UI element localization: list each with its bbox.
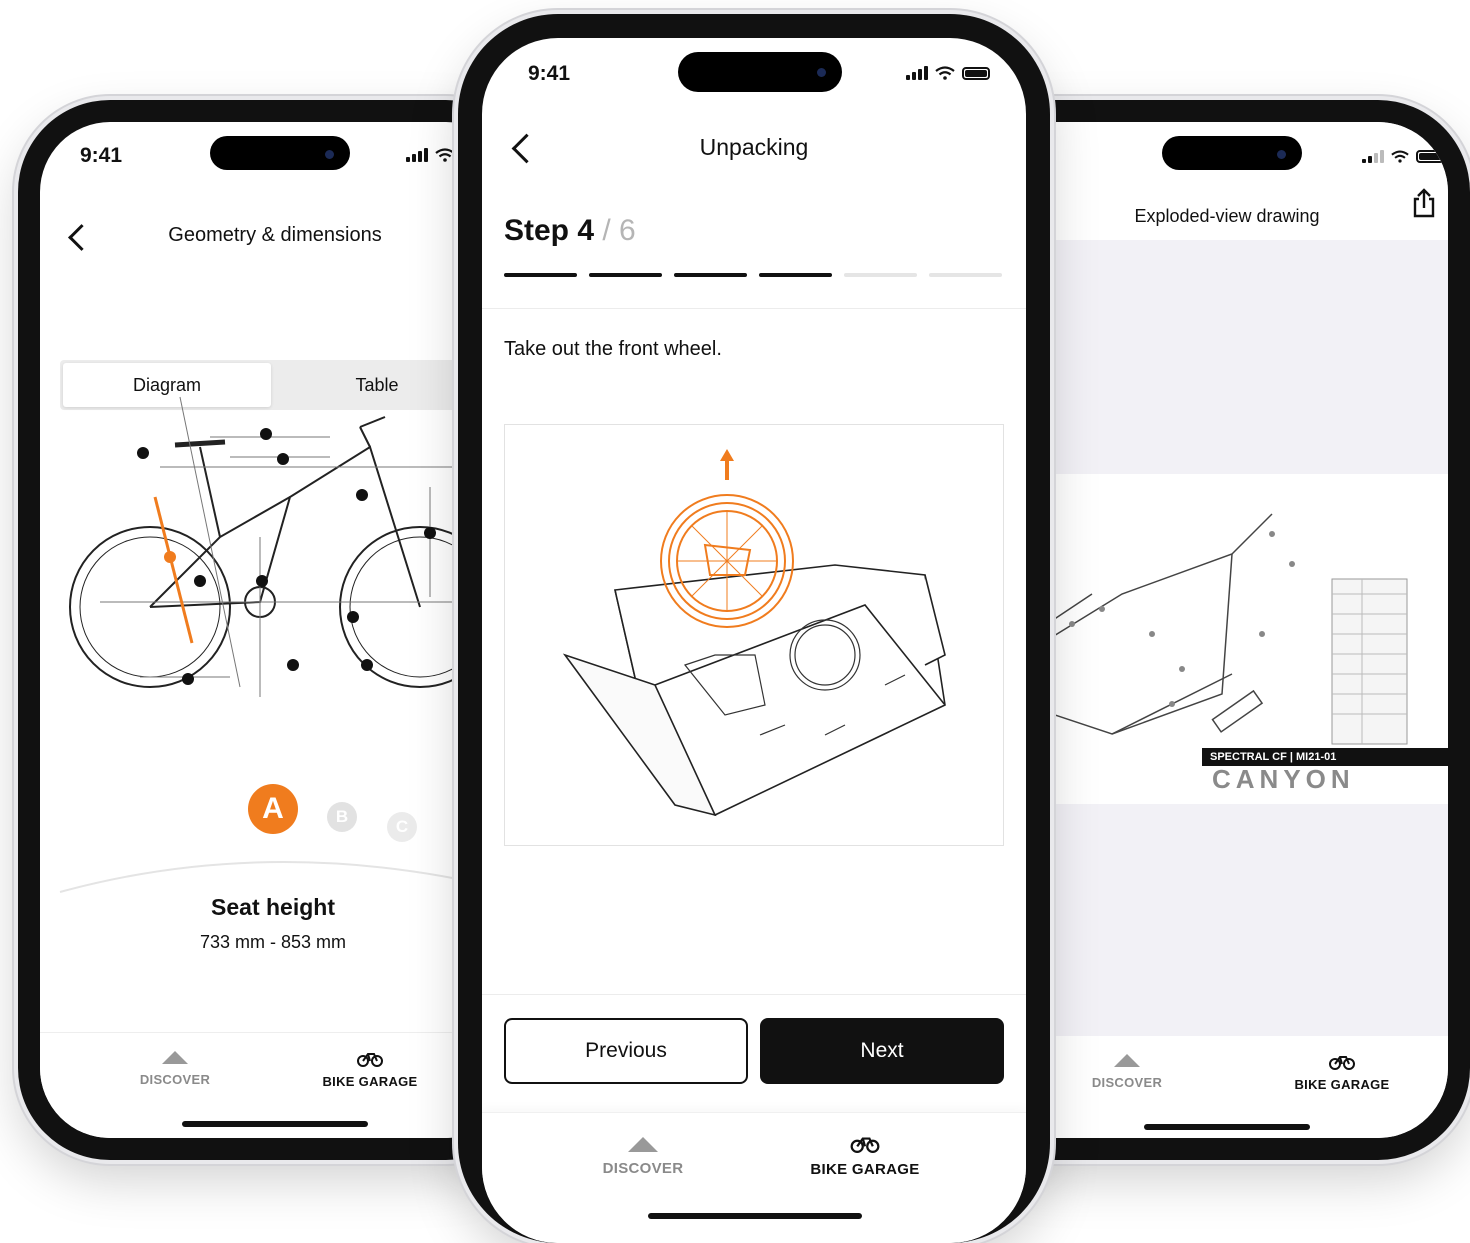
dynamic-island (1162, 136, 1302, 170)
instruction-illustration (504, 424, 1004, 846)
progress-segment (504, 273, 577, 277)
bike-icon (1329, 1056, 1355, 1070)
page-title: Geometry & dimensions (168, 224, 382, 246)
tab-garage-label: BIKE GARAGE (322, 1074, 418, 1089)
signal-icon (406, 148, 428, 162)
progress-segment (674, 273, 747, 277)
left-screen: 9:41 Geometry & dimensions Diagram Table (40, 122, 516, 1138)
tab-discover-label: DISCOVER (1091, 1075, 1163, 1090)
bike-icon (357, 1053, 383, 1067)
brand-logo: CANYON (1212, 764, 1355, 794)
wifi-icon (435, 148, 455, 162)
back-chevron-icon[interactable] (68, 224, 95, 251)
status-icons (906, 66, 990, 80)
selector-b[interactable]: B (327, 802, 357, 832)
mountain-icon (628, 1137, 658, 1152)
tab-bike-garage[interactable]: BIKE GARAGE (1282, 1052, 1402, 1092)
tab-discover[interactable]: DISCOVER (120, 1051, 230, 1087)
mountain-icon (162, 1051, 188, 1064)
dynamic-island (678, 52, 842, 92)
tab-bar: DISCOVER BIKE GARAGE (482, 1112, 1026, 1243)
center-phone: 9:41 Unpacking Step 4 / 6 Take out the f… (458, 14, 1050, 1243)
wifi-icon (935, 66, 955, 80)
tab-discover-label: DISCOVER (602, 1160, 684, 1177)
status-time: 9:41 (80, 144, 123, 167)
signal-icon (1362, 150, 1384, 163)
unpacking-illustration (562, 449, 946, 817)
signal-icon (906, 66, 928, 80)
page-title: Unpacking (699, 134, 809, 160)
tab-bar: DISCOVER BIKE GARAGE (40, 1032, 516, 1138)
page-title: Exploded-view drawing (1134, 206, 1320, 226)
battery-icon (1416, 150, 1444, 163)
home-indicator (1144, 1124, 1310, 1130)
tab-garage-label: BIKE GARAGE (810, 1161, 920, 1178)
step-progress (504, 273, 1002, 277)
bike-icon (850, 1137, 880, 1153)
dynamic-island (210, 136, 350, 170)
status-time: 9:41 (528, 62, 571, 85)
selector-c[interactable]: C (387, 812, 417, 842)
geometry-diagram (69, 396, 501, 697)
mountain-icon (1114, 1054, 1140, 1067)
tab-bike-garage[interactable]: BIKE GARAGE (798, 1133, 932, 1178)
measure-value: 733 mm - 853 mm (199, 932, 347, 952)
tab-discover[interactable]: DISCOVER (588, 1137, 698, 1177)
progress-segment (929, 273, 1002, 277)
measure-name: Seat height (211, 894, 335, 920)
progress-segment (844, 273, 917, 277)
tab-bike-garage[interactable]: BIKE GARAGE (310, 1049, 430, 1089)
share-icon[interactable] (1411, 188, 1437, 218)
center-screen: 9:41 Unpacking Step 4 / 6 Take out the f… (482, 38, 1026, 1243)
tab-discover[interactable]: DISCOVER (1072, 1054, 1182, 1090)
step-current: Step 4 (504, 214, 595, 247)
battery-icon (962, 67, 990, 80)
next-button[interactable]: Next (760, 1018, 1004, 1084)
progress-segment (759, 273, 832, 277)
instruction-text: Take out the front wheel. (504, 338, 722, 360)
back-chevron-icon[interactable] (511, 133, 542, 164)
previous-button[interactable]: Previous (504, 1018, 748, 1084)
step-indicator: Step 4 / 6 (504, 214, 636, 248)
status-icons (1362, 150, 1444, 163)
home-indicator (182, 1121, 368, 1127)
progress-segment (589, 273, 662, 277)
selector-active[interactable]: A (248, 784, 298, 834)
home-indicator (648, 1213, 862, 1219)
tab-discover-label: DISCOVER (139, 1072, 211, 1087)
tab-garage-label: BIKE GARAGE (1294, 1077, 1390, 1092)
status-icons (406, 148, 455, 162)
wifi-icon (1391, 150, 1409, 163)
step-total: / 6 (602, 214, 636, 247)
